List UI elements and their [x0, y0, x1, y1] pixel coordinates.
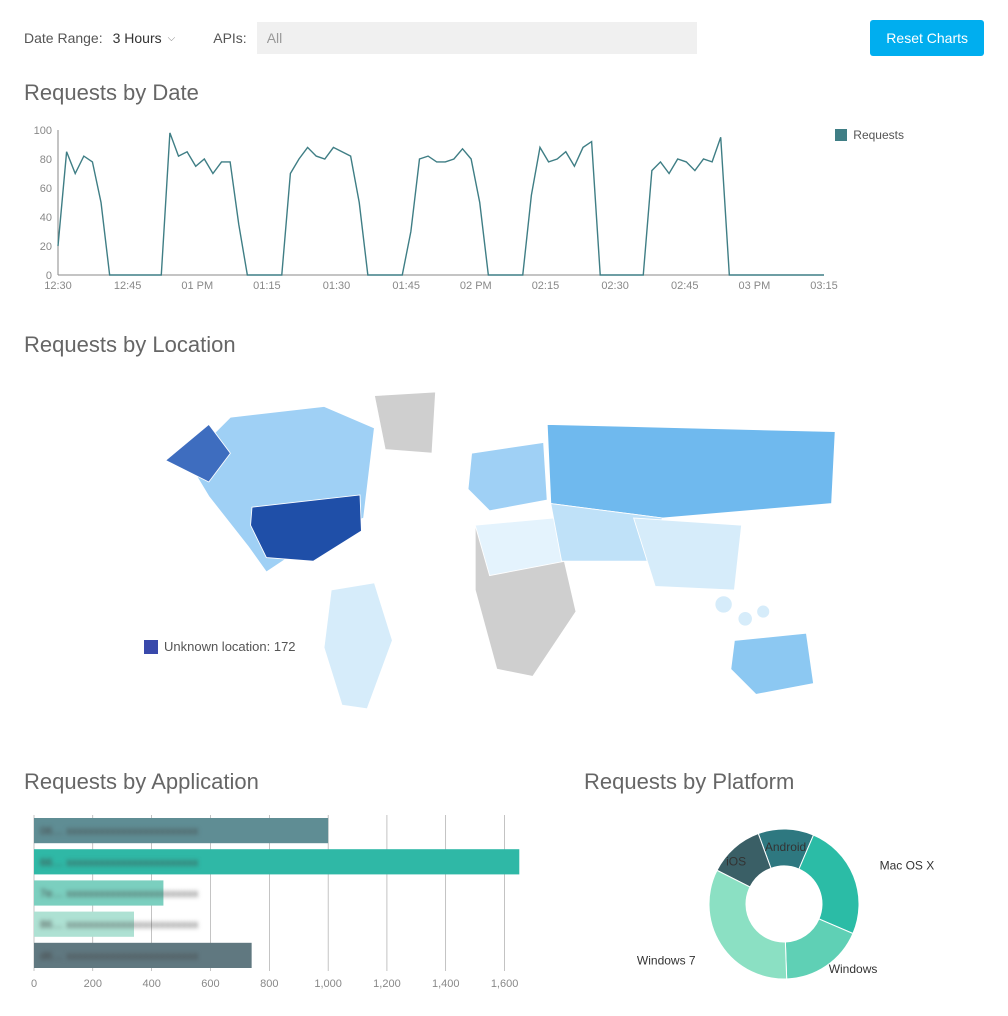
- svg-text:20: 20: [40, 241, 52, 253]
- svg-text:01 PM: 01 PM: [181, 280, 213, 292]
- requests-by-date-section: Requests by Date 02040608010012:3012:450…: [24, 80, 984, 302]
- svg-text:40: 40: [40, 212, 52, 224]
- svg-text:86… xxxxxxxxxxxxxxxxxxxxxxxx: 86… xxxxxxxxxxxxxxxxxxxxxxxx: [40, 919, 199, 931]
- svg-text:66… xxxxxxxxxxxxxxxxxxxxxxxx: 66… xxxxxxxxxxxxxxxxxxxxxxxx: [40, 857, 199, 869]
- svg-text:03:15: 03:15: [810, 280, 838, 292]
- line-chart-legend: Requests: [835, 128, 904, 142]
- requests-by-location-section: Requests by Location: [24, 332, 984, 739]
- svg-text:iOS: iOS: [726, 854, 746, 868]
- svg-text:80: 80: [40, 154, 52, 166]
- svg-text:1,400: 1,400: [432, 978, 460, 990]
- legend-label: Requests: [853, 128, 904, 142]
- apis-label: APIs:: [213, 30, 246, 46]
- requests-by-application-section: Requests by Application 0 200 400 600 800 1,0…: [24, 769, 544, 996]
- section-title-application: Requests by Application: [24, 769, 544, 795]
- svg-text:02:45: 02:45: [671, 280, 699, 292]
- svg-text:400: 400: [142, 978, 160, 990]
- svg-text:01:45: 01:45: [392, 280, 420, 292]
- svg-text:01:30: 01:30: [323, 280, 351, 292]
- svg-text:Android: Android: [765, 840, 806, 854]
- bar-chart: 0 200 400 600 800 1,000 1,200 1,400 1,600 06… xxx…: [24, 811, 544, 991]
- svg-text:03 PM: 03 PM: [738, 280, 770, 292]
- svg-text:800: 800: [260, 978, 278, 990]
- svg-text:7e… xxxxxxxxxxxxxxxxxxxxxxxx: 7e… xxxxxxxxxxxxxxxxxxxxxxxx: [40, 888, 199, 900]
- svg-text:1,600: 1,600: [491, 978, 519, 990]
- section-title-platform: Requests by Platform: [584, 769, 984, 795]
- date-range-value: 3 Hours: [113, 30, 162, 46]
- line-chart: 02040608010012:3012:4501 PM01:1501:3001:…: [24, 122, 984, 297]
- section-title-location: Requests by Location: [24, 332, 984, 358]
- svg-text:d6… xxxxxxxxxxxxxxxxxxxxxxxx: d6… xxxxxxxxxxxxxxxxxxxxxxxx: [40, 950, 199, 962]
- reset-charts-button[interactable]: Reset Charts: [870, 20, 984, 56]
- svg-text:1,200: 1,200: [373, 978, 401, 990]
- svg-text:100: 100: [34, 125, 52, 137]
- svg-text:Mac OS X: Mac OS X: [880, 858, 935, 872]
- section-title-date: Requests by Date: [24, 80, 984, 106]
- svg-text:Windows: Windows: [829, 962, 878, 976]
- chevron-down-icon: ⌵: [168, 33, 176, 44]
- world-map: [64, 374, 944, 734]
- svg-text:02 PM: 02 PM: [460, 280, 492, 292]
- svg-text:0: 0: [31, 978, 37, 990]
- apis-input[interactable]: [257, 22, 697, 54]
- svg-text:1,000: 1,000: [314, 978, 342, 990]
- svg-text:60: 60: [40, 183, 52, 195]
- date-range-label: Date Range:: [24, 30, 103, 46]
- svg-text:12:30: 12:30: [44, 280, 72, 292]
- date-range-select[interactable]: 3 Hours ⌵: [113, 30, 176, 46]
- svg-text:02:30: 02:30: [601, 280, 629, 292]
- svg-text:02:15: 02:15: [532, 280, 560, 292]
- svg-text:06… xxxxxxxxxxxxxxxxxxxxxxxx: 06… xxxxxxxxxxxxxxxxxxxxxxxx: [40, 826, 199, 838]
- legend-swatch: [835, 129, 847, 141]
- map-legend-swatch: [144, 640, 158, 654]
- line-chart-wrap: 02040608010012:3012:4501 PM01:1501:3001:…: [24, 122, 984, 302]
- map-legend: Unknown location: 172: [144, 639, 296, 654]
- donut-chart: Android Mac OS X Windows Windows 7 iOS: [624, 814, 944, 994]
- requests-by-platform-section: Requests by Platform Android Mac OS X Wind…: [584, 769, 984, 996]
- svg-text:200: 200: [84, 978, 102, 990]
- svg-text:12:45: 12:45: [114, 280, 142, 292]
- svg-text:600: 600: [201, 978, 219, 990]
- map-legend-label: Unknown location: 172: [164, 639, 296, 654]
- map-wrap: Unknown location: 172: [24, 374, 984, 739]
- svg-text:01:15: 01:15: [253, 280, 281, 292]
- topbar: Date Range: 3 Hours ⌵ APIs: Reset Charts: [24, 20, 984, 56]
- svg-text:Windows 7: Windows 7: [637, 953, 696, 967]
